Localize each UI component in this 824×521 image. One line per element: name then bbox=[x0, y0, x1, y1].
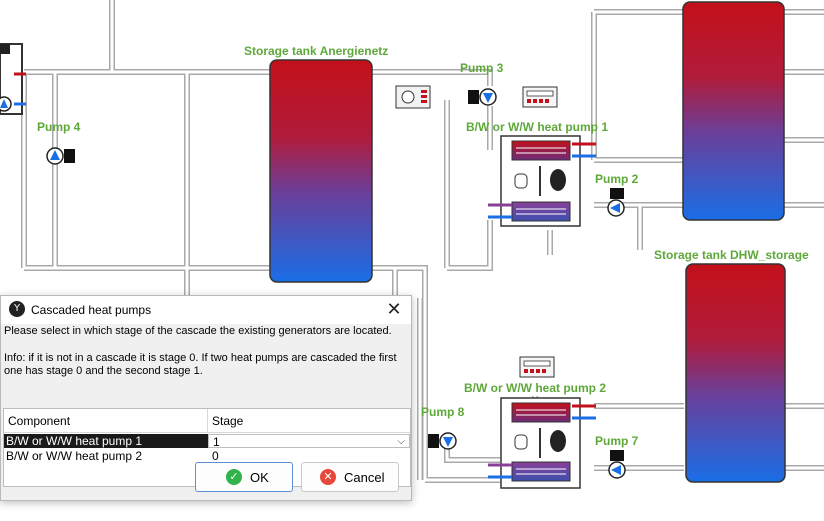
label-pump-7: Pump 7 bbox=[595, 434, 639, 448]
pump-7-icon[interactable] bbox=[608, 450, 626, 479]
cancel-icon: ✕ bbox=[320, 469, 336, 485]
label-pump-8: Pump 8 bbox=[421, 405, 465, 419]
heat-pump-2[interactable] bbox=[488, 397, 596, 489]
cancel-button-label: Cancel bbox=[344, 470, 385, 485]
dialog-titlebar[interactable]: Y Cascaded heat pumps ✕ bbox=[1, 296, 411, 324]
label-heat-pump-2: B/W or W/W heat pump 2 bbox=[464, 381, 606, 395]
storage-tank-anergienetz[interactable] bbox=[269, 59, 373, 283]
stage-value: 1 bbox=[213, 435, 220, 449]
pump-8-icon[interactable] bbox=[428, 432, 457, 450]
ok-button-label: OK bbox=[250, 470, 269, 485]
dialog-message-instruction: Please select in which stage of the casc… bbox=[4, 325, 392, 337]
dialog-body: Please select in which stage of the casc… bbox=[1, 324, 411, 500]
controller-display-icon[interactable] bbox=[522, 86, 558, 108]
dialog-title: Cascaded heat pumps bbox=[31, 303, 152, 317]
checkmark-icon: ✓ bbox=[226, 469, 242, 485]
pump-4-icon[interactable] bbox=[46, 147, 75, 165]
close-icon[interactable]: ✕ bbox=[381, 298, 407, 322]
storage-tank-dhw[interactable] bbox=[685, 263, 786, 483]
storage-tank-top-right[interactable] bbox=[682, 1, 785, 221]
column-header-stage[interactable]: Stage bbox=[208, 409, 410, 433]
controller-display-icon-2[interactable] bbox=[519, 356, 555, 378]
controller-icon[interactable] bbox=[395, 85, 431, 109]
component-cell[interactable]: B/W or W/W heat pump 1 bbox=[4, 434, 208, 448]
dialog-message-info: Info: if it is not in a cascade it is st… bbox=[4, 352, 397, 377]
label-pump-4: Pump 4 bbox=[37, 120, 81, 134]
table-row[interactable]: B/W or W/W heat pump 1 1 ⌵ bbox=[4, 434, 410, 449]
cancel-button[interactable]: ✕ Cancel bbox=[301, 462, 399, 492]
stage-dropdown[interactable]: 1 ⌵ bbox=[208, 434, 410, 449]
pump-3-icon[interactable] bbox=[468, 88, 497, 106]
pump-2-icon[interactable] bbox=[607, 188, 625, 217]
label-heat-pump-1: B/W or W/W heat pump 1 bbox=[466, 120, 608, 134]
app-icon: Y bbox=[9, 301, 25, 317]
label-storage-tank-anergienetz: Storage tank Anergienetz bbox=[244, 44, 389, 58]
cascaded-heat-pumps-dialog: Y Cascaded heat pumps ✕ Please select in… bbox=[0, 295, 412, 501]
ok-button[interactable]: ✓ OK bbox=[195, 462, 293, 492]
label-pump-2: Pump 2 bbox=[595, 172, 639, 186]
dialog-footer: ✓ OK ✕ Cancel bbox=[1, 458, 411, 500]
column-header-component[interactable]: Component bbox=[4, 409, 208, 433]
label-storage-tank-dhw: Storage tank DHW_storage bbox=[654, 248, 809, 262]
label-pump-3: Pump 3 bbox=[460, 61, 504, 75]
heat-pump-1[interactable] bbox=[488, 135, 596, 227]
chevron-down-icon[interactable]: ⌵ bbox=[397, 435, 405, 449]
